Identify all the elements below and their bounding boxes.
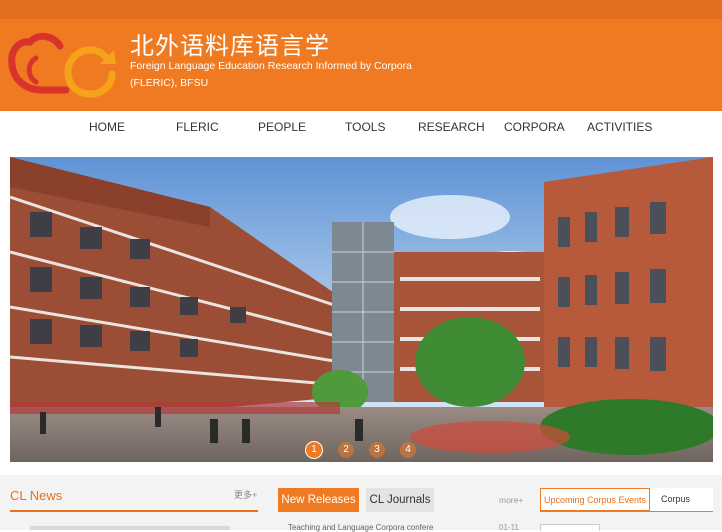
release-item-link[interactable]: Teaching and Language Corpora confere	[288, 523, 433, 532]
tab-new-releases[interactable]: New Releases	[278, 488, 359, 512]
release-item-date: 01-11	[499, 523, 519, 532]
nav-item-fleric[interactable]: FLERIC	[176, 120, 219, 134]
releases-more-link[interactable]: more+	[499, 495, 523, 505]
site-subtitle: Foreign Language Education Research Info…	[130, 60, 412, 89]
tab-upcoming-corpus-events[interactable]: Upcoming Corpus Events	[540, 488, 650, 511]
cl-news-heading: CL News	[10, 488, 63, 503]
nav-item-home[interactable]: HOME	[89, 120, 125, 134]
main-nav: HOME FLERIC PEOPLE TOOLS RESEARCH CORPOR…	[0, 111, 722, 157]
slide-dot-2[interactable]: 2	[338, 442, 354, 458]
nav-item-corpora[interactable]: CORPORA	[504, 120, 565, 134]
events-divider	[540, 511, 713, 512]
site-header: 北外语料库语言学 Foreign Language Education Rese…	[0, 0, 722, 111]
cl-news-item-placeholder	[30, 526, 230, 530]
nav-item-activities[interactable]: ACTIVITIES	[587, 120, 652, 134]
nav-item-research[interactable]: RESEARCH	[418, 120, 485, 134]
nav-item-tools[interactable]: TOOLS	[345, 120, 385, 134]
slide-dot-3[interactable]: 3	[369, 442, 385, 458]
campus-building-image	[10, 157, 713, 462]
tab-cl-journals[interactable]: CL Journals	[366, 488, 434, 512]
cl-news-more-link[interactable]: 更多+	[234, 488, 257, 501]
hero-slideshow[interactable]	[10, 157, 713, 462]
slide-dot-1[interactable]: 1	[305, 441, 323, 459]
nav-item-people[interactable]: PEOPLE	[258, 120, 306, 134]
site-title: 北外语料库语言学	[130, 32, 330, 60]
header-top-band	[0, 0, 722, 19]
slide-indicator: 1 2 3 4	[305, 441, 425, 460]
cl-news-divider	[10, 510, 258, 512]
slide-dot-4[interactable]: 4	[400, 442, 416, 458]
cc-refresh-logo-icon[interactable]	[8, 30, 120, 100]
tab-corpus[interactable]: Corpus	[650, 488, 713, 511]
